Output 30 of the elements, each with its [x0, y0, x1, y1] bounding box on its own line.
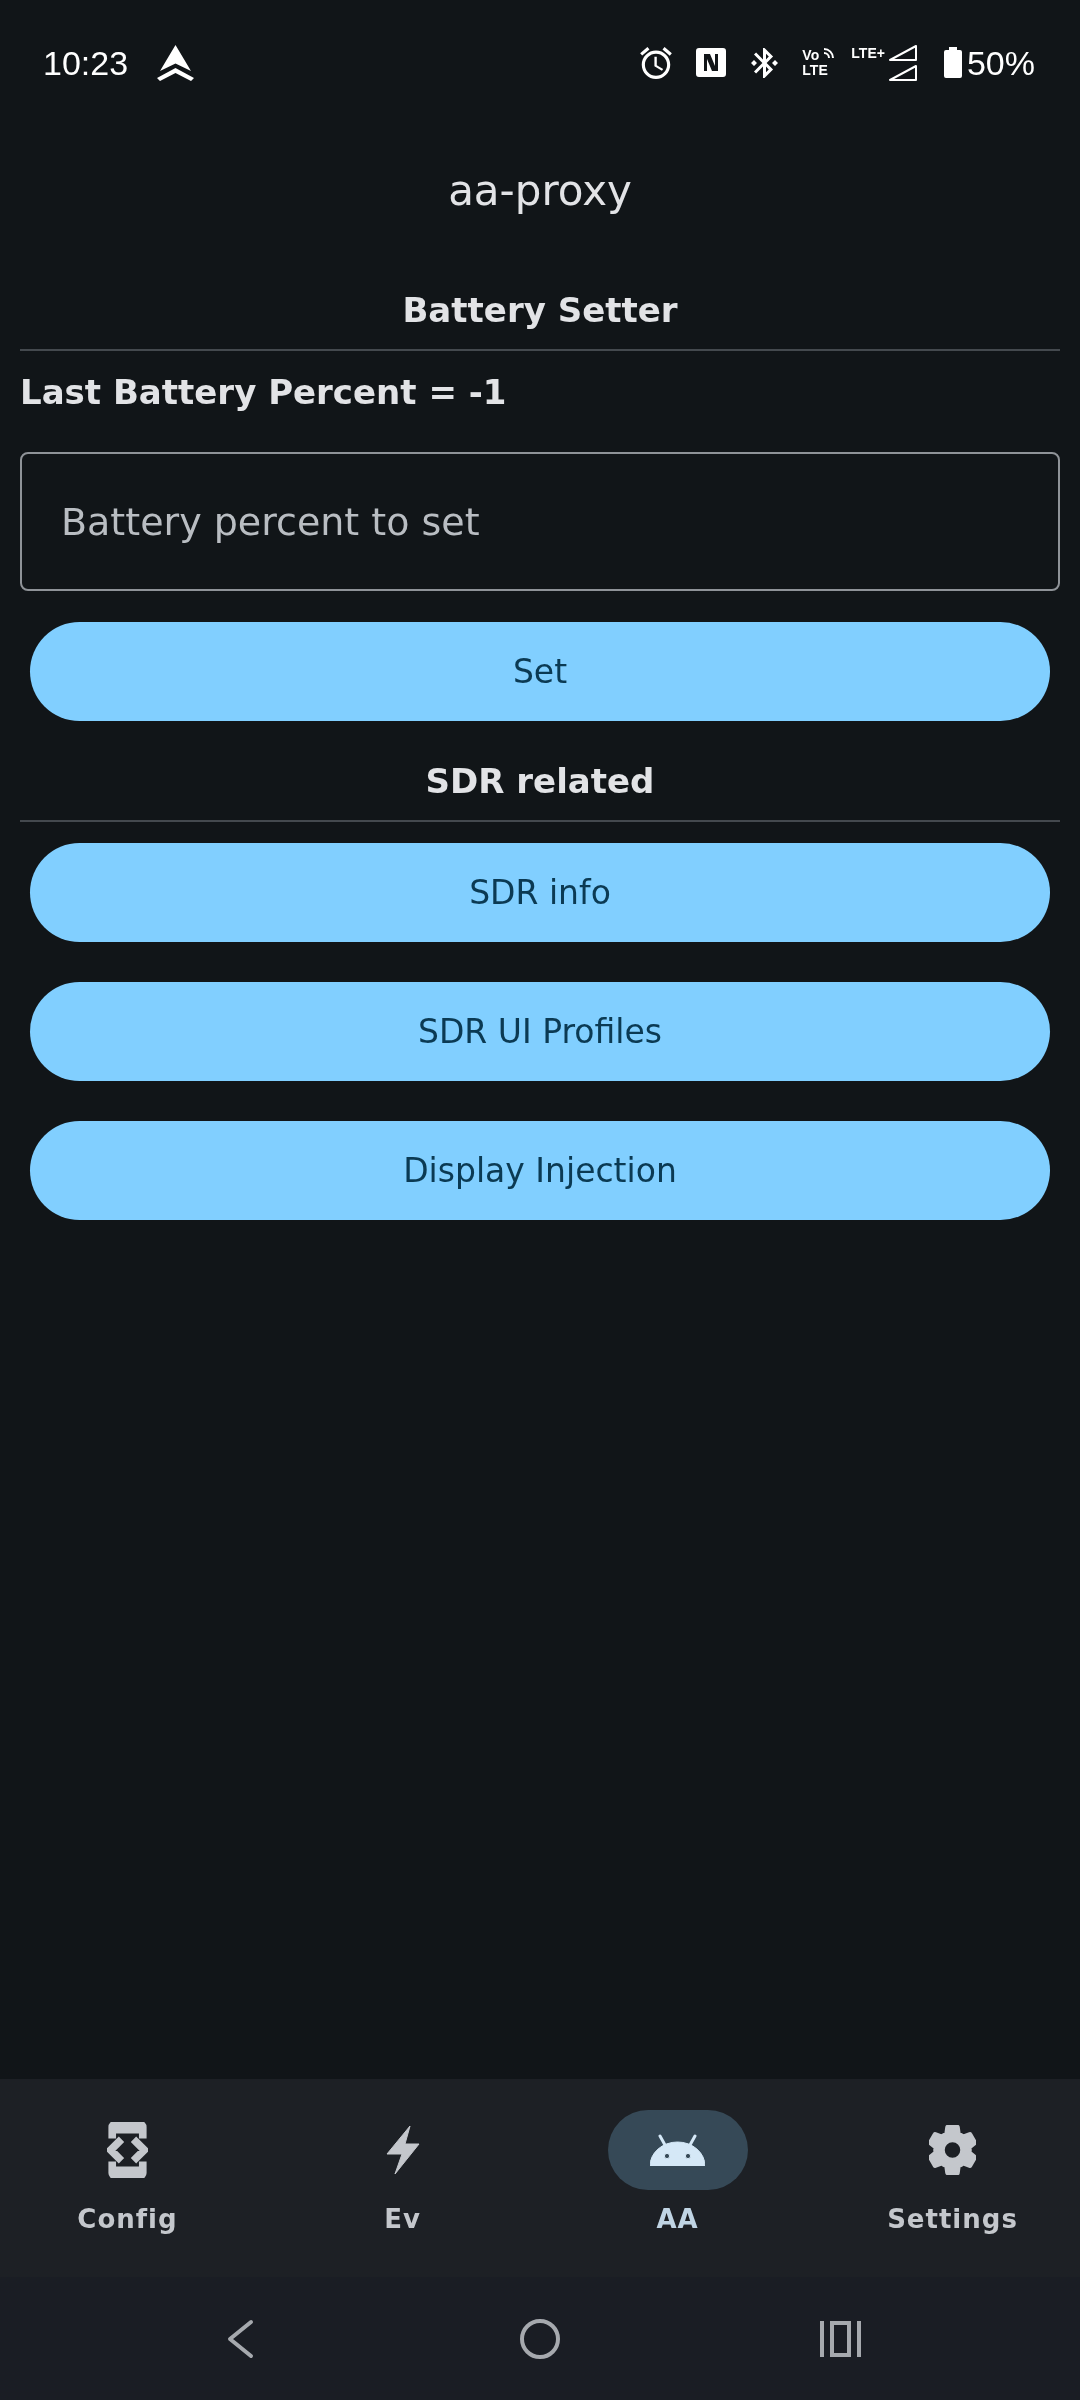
action-button[interactable]: SDR UI Profiles [30, 982, 1050, 1081]
action-button[interactable]: SDR info [30, 843, 1050, 942]
action-button[interactable]: Set [30, 622, 1050, 721]
action-button[interactable]: Display Injection [30, 1121, 1050, 1220]
code-brackets-icon [107, 2122, 148, 2178]
clock-time: 10:23 [43, 42, 129, 83]
call-waves-icon [821, 47, 834, 60]
app-title: aa-proxy [448, 165, 632, 216]
nav-tab[interactable]: Settings [827, 2110, 1078, 2236]
recents-icon[interactable] [819, 2320, 861, 2357]
signal-icon [887, 44, 917, 81]
status-text: Last Battery Percent = -1 [20, 371, 508, 414]
battery-percent-text: 50% [966, 42, 1035, 83]
section-title: Battery Setter [401, 289, 679, 332]
back-icon[interactable] [226, 2318, 254, 2359]
nav-tab[interactable]: AA [552, 2110, 803, 2236]
alarm-clock-icon [640, 46, 673, 79]
nav-tab[interactable]: Ev [277, 2110, 528, 2236]
volte-top-label: Vo [802, 47, 821, 63]
home-icon[interactable] [520, 2318, 560, 2359]
battery-icon [943, 47, 962, 78]
volte-bottom-label: LTE [802, 62, 829, 78]
bluetooth-icon [751, 47, 779, 78]
nav-tab[interactable]: Config [2, 2110, 253, 2236]
settings-icon [929, 2125, 976, 2175]
navigation-arrow-icon [157, 44, 195, 81]
section-title: SDR related [424, 760, 656, 803]
text-input-field[interactable]: Battery percent to set [20, 452, 1060, 591]
nfc-icon [696, 48, 727, 77]
network-type-label: LTE+ [851, 45, 885, 60]
